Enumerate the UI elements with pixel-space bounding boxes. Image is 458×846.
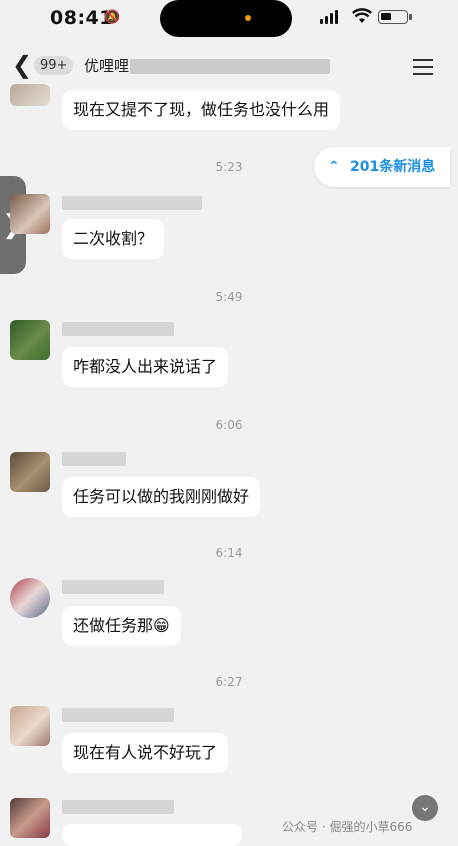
avatar[interactable]	[10, 84, 50, 106]
timestamp: 5:49	[215, 290, 243, 304]
message-bubble[interactable]	[62, 824, 242, 846]
timestamp: 6:27	[215, 675, 243, 689]
message-bubble[interactable]: 咋都没人出来说话了	[62, 347, 229, 387]
sender-name	[62, 452, 126, 466]
mute-bell-icon: 🔕	[104, 10, 121, 25]
menu-icon[interactable]	[413, 59, 433, 80]
message-bubble[interactable]: 还做任务那😁	[62, 606, 181, 646]
wifi-icon	[352, 8, 372, 23]
avatar[interactable]	[10, 194, 50, 234]
blurred-title	[130, 59, 330, 74]
message-bubble[interactable]: 任务可以做的我刚刚做好	[62, 477, 261, 517]
avatar[interactable]	[10, 320, 50, 360]
sender-name	[62, 708, 174, 722]
chat-title: 优哩哩	[84, 57, 130, 75]
message-bubble[interactable]: 二次收割？	[62, 219, 165, 259]
timestamp: 6:06	[215, 418, 243, 432]
sender-name	[62, 800, 174, 814]
grin-emoji-icon: 😁	[153, 616, 170, 635]
battery-icon	[378, 10, 412, 24]
back-arrow-icon[interactable]: ❮	[12, 53, 32, 77]
status-bar: 08:41 🔕	[0, 0, 458, 40]
timestamp: 5:23	[215, 160, 243, 174]
timestamp: 6:14	[215, 546, 243, 560]
sender-name	[62, 322, 174, 336]
watermark: 公众号 · 倔强的小草666	[282, 820, 413, 834]
avatar[interactable]	[10, 798, 50, 838]
avatar[interactable]	[10, 578, 50, 618]
sender-name	[62, 196, 202, 210]
chat-header: ❮ 99+ 优哩哩	[0, 40, 458, 92]
message-bubble[interactable]: 现在又提不了现，做任务也没什么用	[62, 90, 341, 130]
unread-badge[interactable]: 99+	[34, 56, 74, 75]
message-bubble[interactable]: 现在有人说不好玩了	[62, 733, 229, 773]
signal-icon	[320, 10, 338, 24]
message-text: 还做任务那	[73, 616, 154, 635]
dynamic-island	[160, 0, 292, 37]
scroll-down-button[interactable]: ⌄	[412, 795, 438, 821]
avatar[interactable]	[10, 706, 50, 746]
avatar[interactable]	[10, 452, 50, 492]
sender-name	[62, 580, 164, 594]
